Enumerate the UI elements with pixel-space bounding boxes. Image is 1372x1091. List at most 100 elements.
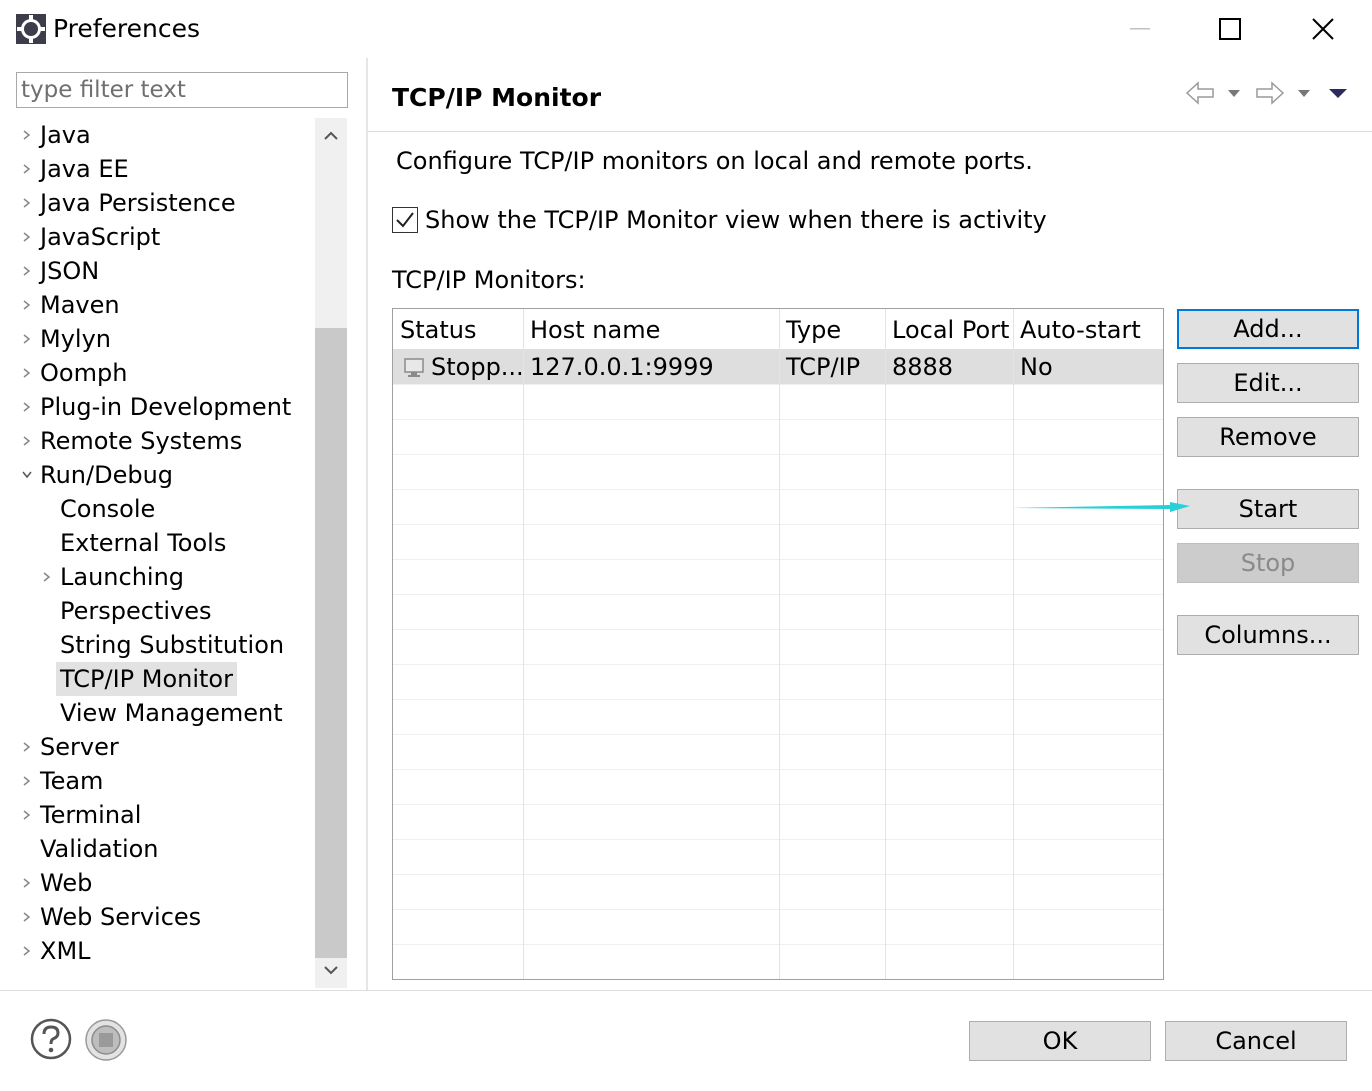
show-view-checkbox-label[interactable]: Show the TCP/IP Monitor view when there … xyxy=(425,204,1047,236)
view-menu-button[interactable] xyxy=(1326,78,1350,108)
tree-item-console[interactable]: Console xyxy=(0,492,315,526)
columns-button[interactable]: Columns... xyxy=(1177,615,1359,655)
tree-item-label: JSON xyxy=(40,257,100,285)
tree-collapsed-icon[interactable] xyxy=(20,254,34,288)
tree-item-external-tools[interactable]: External Tools xyxy=(0,526,315,560)
tree-collapsed-icon[interactable] xyxy=(20,390,34,424)
tree-item-server[interactable]: Server xyxy=(0,730,315,764)
tree-item-web-services[interactable]: Web Services xyxy=(0,900,315,934)
tree-collapsed-icon[interactable] xyxy=(20,186,34,220)
tree-item-remote-systems[interactable]: Remote Systems xyxy=(0,424,315,458)
tree-item-oomph[interactable]: Oomph xyxy=(0,356,315,390)
table-row-divider xyxy=(393,804,1163,805)
minimize-button[interactable] xyxy=(1110,0,1170,58)
column-divider[interactable] xyxy=(523,309,524,979)
tree-collapsed-icon[interactable] xyxy=(20,730,34,764)
tree-item-terminal[interactable]: Terminal xyxy=(0,798,315,832)
tree-collapsed-icon[interactable] xyxy=(20,118,34,152)
tree-item-label: Remote Systems xyxy=(40,427,243,455)
tree-item-java-persistence[interactable]: Java Persistence xyxy=(0,186,315,220)
tree-collapsed-icon[interactable] xyxy=(20,220,34,254)
stop-button[interactable]: Stop xyxy=(1177,543,1359,583)
tree-item-validation[interactable]: Validation xyxy=(0,832,315,866)
cell-status-text: Stopp... xyxy=(431,353,523,381)
tree-item-json[interactable]: JSON xyxy=(0,254,315,288)
scroll-down-button[interactable] xyxy=(315,952,347,988)
tree-item-label: External Tools xyxy=(60,529,227,557)
tree-item-web[interactable]: Web xyxy=(0,866,315,900)
tree-item-plug-in-development[interactable]: Plug-in Development xyxy=(0,390,315,424)
column-header-local-port[interactable]: Local Port xyxy=(885,309,1013,349)
import-export-preferences-icon[interactable] xyxy=(84,1018,128,1062)
tree-item-maven[interactable]: Maven xyxy=(0,288,315,322)
column-header-status[interactable]: Status xyxy=(393,309,523,349)
page-description: Configure TCP/IP monitors on local and r… xyxy=(396,147,1033,175)
monitor-stopped-icon xyxy=(404,358,424,377)
tree-item-xml[interactable]: XML xyxy=(0,934,315,968)
tree-item-string-substitution[interactable]: String Substitution xyxy=(0,628,315,662)
scroll-thumb[interactable] xyxy=(315,328,347,958)
tree-collapsed-icon[interactable] xyxy=(20,288,34,322)
tree-collapsed-icon[interactable] xyxy=(20,424,34,458)
tree-collapsed-icon[interactable] xyxy=(40,560,54,594)
tree-item-tcp-ip-monitor[interactable]: TCP/IP Monitor xyxy=(0,662,315,696)
tree-collapsed-icon[interactable] xyxy=(20,934,34,968)
cancel-button[interactable]: Cancel xyxy=(1165,1021,1347,1061)
tree-item-javascript[interactable]: JavaScript xyxy=(0,220,315,254)
tree-item-java-ee[interactable]: Java EE xyxy=(0,152,315,186)
tree-expanded-icon[interactable] xyxy=(20,458,34,492)
scroll-up-button[interactable] xyxy=(315,118,347,154)
tree-item-mylyn[interactable]: Mylyn xyxy=(0,322,315,356)
tree-scrollbar[interactable] xyxy=(315,118,347,988)
minimize-icon xyxy=(1130,28,1150,30)
column-divider[interactable] xyxy=(885,309,886,979)
filter-input[interactable] xyxy=(16,72,348,108)
cell-type[interactable]: TCP/IP xyxy=(779,349,885,384)
table-row-divider xyxy=(393,944,1163,945)
monitors-table[interactable]: Status Host name Type Local Port Auto-st… xyxy=(392,308,1164,980)
cell-status[interactable]: Stopp... xyxy=(393,349,523,384)
column-header-type[interactable]: Type xyxy=(779,309,885,349)
tree-collapsed-icon[interactable] xyxy=(20,900,34,934)
tree-item-launching[interactable]: Launching xyxy=(0,560,315,594)
annotation-arrow-icon xyxy=(1010,502,1190,512)
tree-collapsed-icon[interactable] xyxy=(20,322,34,356)
dropdown-triangle-icon xyxy=(1228,90,1240,97)
add-button[interactable]: Add... xyxy=(1177,309,1359,349)
forward-history-dropdown[interactable] xyxy=(1294,78,1314,108)
tree-collapsed-icon[interactable] xyxy=(20,152,34,186)
tree-item-perspectives[interactable]: Perspectives xyxy=(0,594,315,628)
remove-button[interactable]: Remove xyxy=(1177,417,1359,457)
cell-auto-start[interactable]: No xyxy=(1013,349,1163,384)
view-menu-icon xyxy=(1329,89,1347,98)
tree-collapsed-icon[interactable] xyxy=(20,866,34,900)
show-view-checkbox[interactable] xyxy=(392,207,418,233)
cell-local-port[interactable]: 8888 xyxy=(885,349,1013,384)
column-divider[interactable] xyxy=(1013,309,1014,979)
tree-collapsed-icon[interactable] xyxy=(20,764,34,798)
table-row-divider xyxy=(393,839,1163,840)
back-button[interactable] xyxy=(1183,78,1217,108)
column-header-host-name[interactable]: Host name xyxy=(523,309,779,349)
column-header-auto-start[interactable]: Auto-start xyxy=(1013,309,1163,349)
close-button[interactable] xyxy=(1293,0,1353,58)
tree-collapsed-icon[interactable] xyxy=(20,798,34,832)
cell-host-name[interactable]: 127.0.0.1:9999 xyxy=(523,349,779,384)
tree-item-team[interactable]: Team xyxy=(0,764,315,798)
forward-button[interactable] xyxy=(1253,78,1287,108)
ok-button[interactable]: OK xyxy=(969,1021,1151,1061)
tree-item-run-debug[interactable]: Run/Debug xyxy=(0,458,315,492)
help-icon[interactable] xyxy=(30,1018,72,1060)
tree-collapsed-icon[interactable] xyxy=(20,356,34,390)
column-divider[interactable] xyxy=(779,309,780,979)
back-history-dropdown[interactable] xyxy=(1224,78,1244,108)
panel-divider[interactable] xyxy=(366,58,368,990)
maximize-button[interactable] xyxy=(1200,0,1260,58)
start-button[interactable]: Start xyxy=(1177,489,1359,529)
edit-button[interactable]: Edit... xyxy=(1177,363,1359,403)
tree-item-label: Java xyxy=(40,121,91,149)
tree-item-java[interactable]: Java xyxy=(0,118,315,152)
table-row-divider xyxy=(393,419,1163,420)
tree-item-view-management[interactable]: View Management xyxy=(0,696,315,730)
preferences-tree: Java Java EE Java Persistence JavaScript JSO… xyxy=(0,118,315,988)
